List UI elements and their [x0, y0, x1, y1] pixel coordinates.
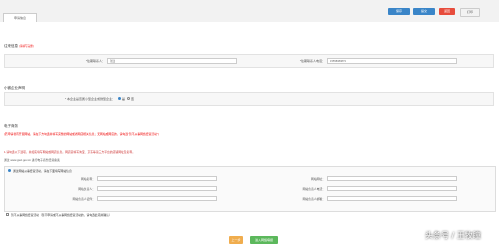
no-site-label: 暂不从事网络经营活动（暂不申请或不从事网络经营活动的，请勾选此项并确认） [11, 212, 112, 217]
enterprise-row: * 本企业是否属小型企业或微型企业： 是 否 [4, 92, 494, 106]
site-url-input[interactable] [327, 176, 457, 181]
back-button[interactable]: 返回 [439, 8, 455, 15]
applicant-section-title: 往来信息 (请填写完整) [4, 44, 34, 49]
print-button[interactable]: 打印 [460, 8, 480, 17]
website-info-box: 通过网站从事经营活动，请在下面填写网站信息 网站名称： 网站网址： 网站负责人：… [4, 166, 496, 212]
site-owner-label: 网站负责人： [78, 187, 95, 191]
contact-name-label: *往期联系人： [85, 59, 105, 63]
site-phone-input[interactable] [327, 186, 457, 191]
applicant-note: (请填写完整) [18, 45, 34, 48]
site-id-input[interactable] [97, 196, 217, 201]
radio-yes-label: 是 [122, 96, 126, 101]
enterprise-section-title: 小微企业声明 [4, 86, 25, 90]
site-name-label: 网站名称： [81, 177, 95, 181]
site-email-label: 网站负责人邮箱： [302, 197, 325, 201]
site-id-label: 网站负责人证件： [72, 197, 95, 201]
website-notice-1: (若申请者有开展网站，请在下方勾选并填写完整的网站或者网店相关信息；无网站或网店… [4, 132, 159, 136]
next-step-button[interactable]: 进入网络填报 [250, 236, 278, 244]
submit-button[interactable]: 提交 [413, 8, 435, 15]
radio-no[interactable] [127, 97, 130, 100]
watermark-text: 头条号 / 王牧瞳 [425, 231, 481, 240]
website-section-title: 电子商务 [4, 124, 18, 128]
radio-yes[interactable] [118, 97, 121, 100]
contact-phone-label: *往期联系人电话： [299, 59, 325, 63]
prev-step-button[interactable]: 上一步 [229, 236, 243, 244]
contact-phone-input[interactable]: 15558080873 [327, 58, 457, 64]
site-email-input[interactable] [327, 196, 457, 201]
contact-name-input[interactable]: 张四 [107, 58, 237, 64]
site-owner-input[interactable] [97, 186, 217, 191]
contact-row: *往期联系人： 张四 *往期联系人电话： 15558080873 [4, 54, 494, 68]
no-site-checkbox[interactable] [6, 213, 9, 216]
applicant-title-text: 往来信息 [4, 44, 18, 48]
site-name-input[interactable] [97, 176, 217, 181]
site-phone-label: 网站负责人电话： [302, 187, 325, 191]
radio-has-site[interactable] [8, 169, 11, 172]
has-site-label: 通过网站从事经营活动，请在下面填写网站信息 [13, 168, 72, 173]
website-notice-2: 1.请勾选以下选项，并如实填写网站或网店信息。网店需填写淘宝、京东等第三方平台的… [4, 150, 135, 154]
form-content: 往来信息 (请填写完整) *往期联系人： 张四 *往期联系人电话： 155580… [0, 22, 499, 248]
enterprise-question: * 本企业是否属小型企业或微型企业： [64, 97, 115, 101]
top-toolbar: 申请信息 保存 提交 返回 打印 [0, 0, 499, 23]
save-button[interactable]: 保存 [388, 8, 410, 15]
tab-application-info[interactable]: 申请信息 [3, 13, 37, 22]
site-url-label: 网站网址： [311, 177, 325, 181]
website-notice-3: 通过 www.gsxt.gov.cn 进行电子商务经营备案 [4, 158, 60, 162]
radio-no-label: 否 [131, 96, 135, 101]
